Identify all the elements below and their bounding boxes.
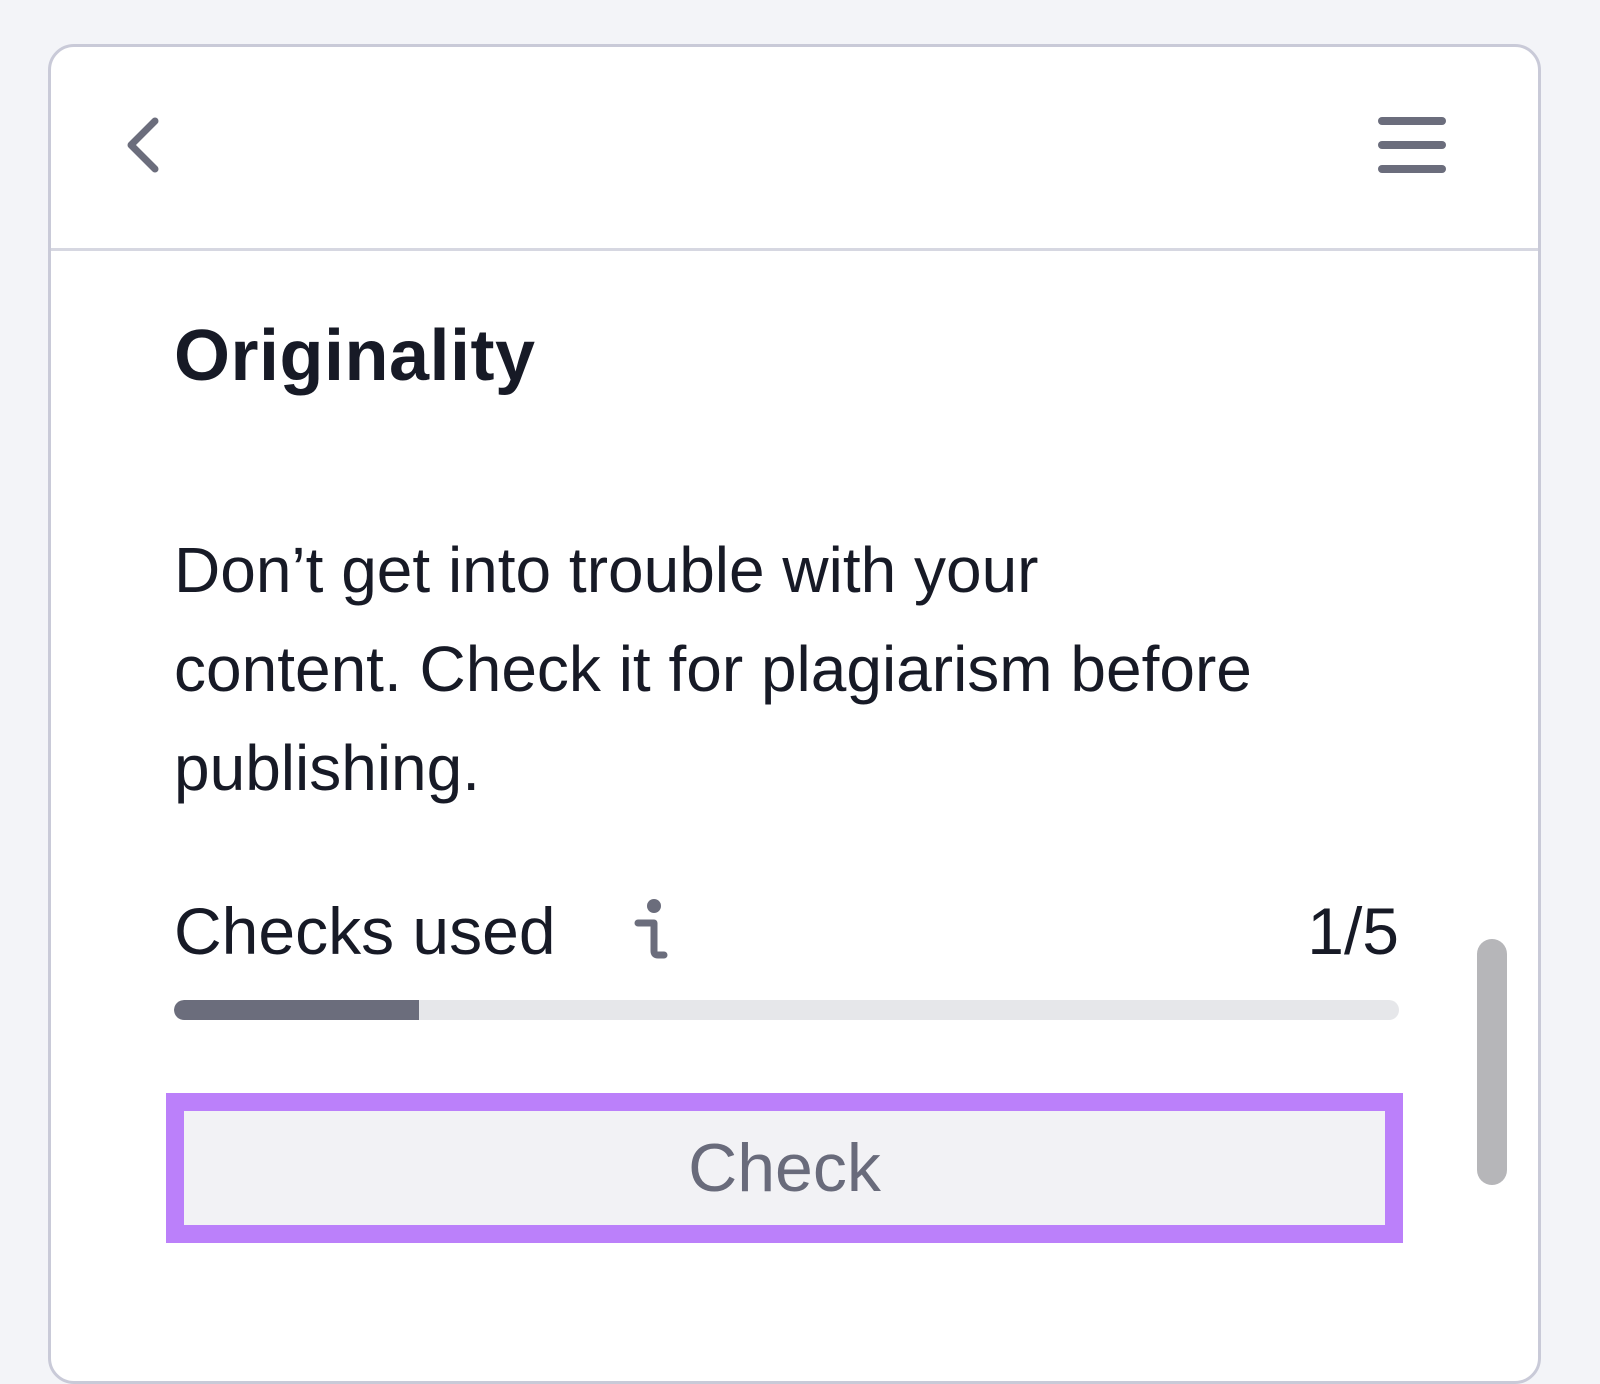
panel-header — [51, 47, 1538, 251]
checks-used-label: Checks used — [174, 894, 556, 968]
checks-used-count: 1/5 — [1307, 894, 1399, 968]
checks-progress-bar — [174, 1000, 1399, 1020]
hamburger-menu-icon — [1378, 117, 1446, 173]
scrollbar-thumb[interactable] — [1477, 939, 1507, 1185]
checks-progress-fill — [174, 1000, 419, 1020]
back-button[interactable] — [117, 113, 177, 183]
check-button-label: Check — [688, 1130, 881, 1206]
originality-panel: Originality Don’t get into trouble with … — [48, 44, 1541, 1384]
check-button[interactable]: Check — [166, 1093, 1403, 1243]
section-description: Don’t get into trouble with your content… — [174, 534, 1252, 804]
info-icon[interactable] — [632, 897, 672, 963]
section-title: Originality — [174, 316, 536, 396]
menu-button[interactable] — [1374, 113, 1450, 183]
chevron-left-icon — [127, 117, 159, 173]
checks-used-row: Checks used 1/5 — [174, 891, 1399, 971]
